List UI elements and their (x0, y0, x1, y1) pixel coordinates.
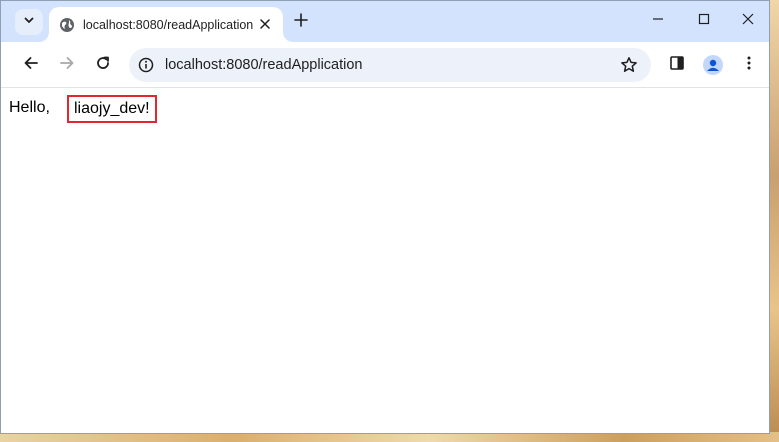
reload-button[interactable] (89, 51, 117, 79)
tab-title: localhost:8080/readApplication (83, 17, 254, 32)
avatar (703, 55, 723, 75)
reload-icon (95, 55, 111, 76)
browser-window: localhost:8080/readApplication localhost… (0, 0, 770, 434)
tab-strip: localhost:8080/readApplication (1, 1, 769, 42)
more-vert-icon (741, 55, 757, 76)
close-icon (742, 12, 754, 30)
site-info-icon[interactable] (137, 56, 155, 74)
close-window-button[interactable] (725, 1, 769, 41)
url-text[interactable]: localhost:8080/readApplication (165, 57, 363, 73)
page-content: Hello, liaojy_dev! (1, 89, 769, 433)
new-tab-button[interactable] (289, 11, 313, 33)
arrow-left-icon (23, 55, 39, 76)
browser-toolbar: localhost:8080/readApplication (1, 42, 769, 88)
minimize-button[interactable] (635, 1, 681, 41)
side-panel-icon (669, 55, 685, 76)
plus-icon (294, 12, 308, 32)
greeting-name-highlight: liaojy_dev! (67, 95, 157, 123)
chevron-down-icon (23, 13, 35, 31)
minimize-icon (652, 12, 664, 30)
globe-icon (59, 17, 75, 33)
arrow-right-icon (59, 55, 75, 76)
maximize-button[interactable] (681, 1, 727, 41)
back-button[interactable] (17, 51, 45, 79)
close-tab-icon[interactable] (257, 16, 273, 32)
forward-button[interactable] (53, 51, 81, 79)
bookmark-star-icon[interactable] (619, 55, 639, 75)
side-panel-button[interactable] (663, 51, 691, 79)
tab-active[interactable]: localhost:8080/readApplication (49, 7, 283, 42)
maximize-icon (698, 12, 710, 30)
address-bar[interactable]: localhost:8080/readApplication (129, 48, 651, 82)
menu-button[interactable] (735, 51, 763, 79)
greeting: Hello, liaojy_dev! (9, 95, 157, 123)
greeting-prefix: Hello, (9, 99, 50, 116)
profile-button[interactable] (699, 51, 727, 79)
